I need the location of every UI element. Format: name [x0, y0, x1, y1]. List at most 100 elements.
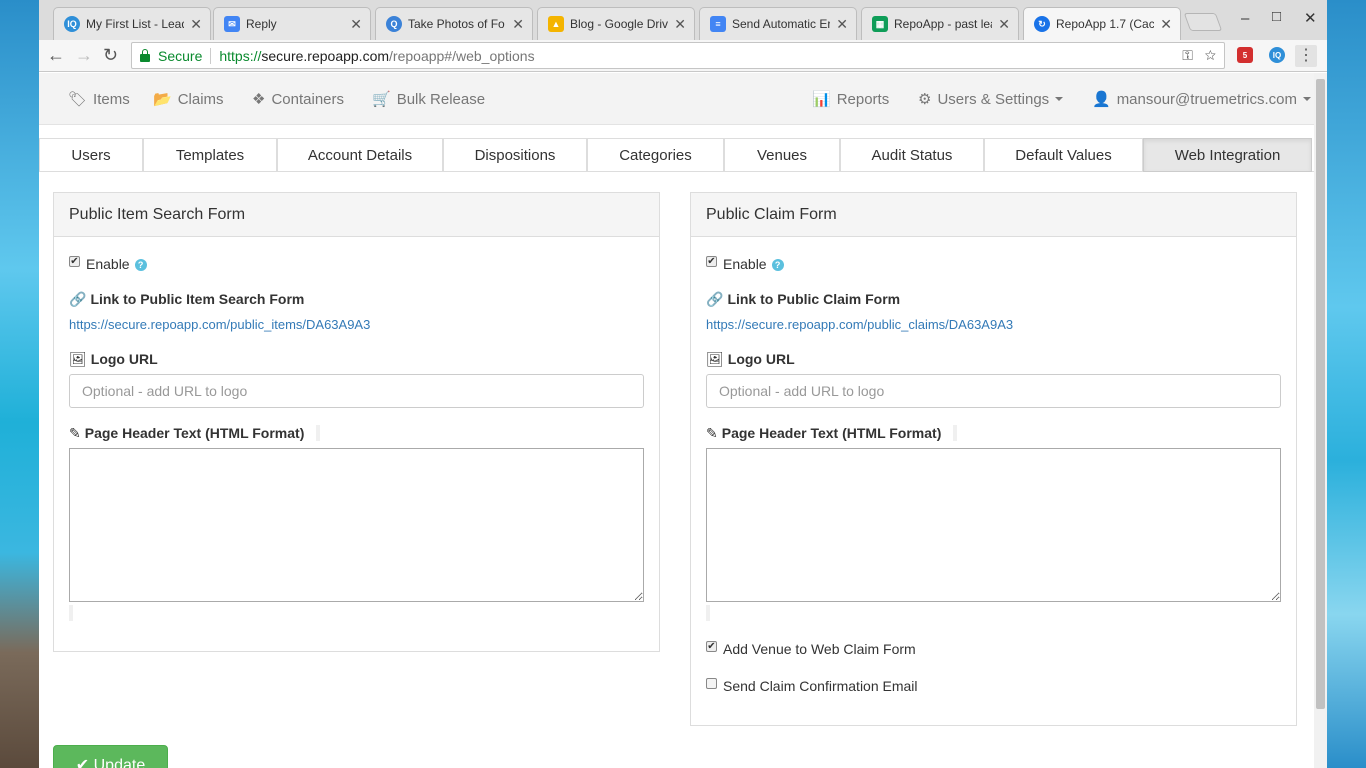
tab-dispositions[interactable]: Dispositions	[443, 138, 587, 172]
browser-menu-icon[interactable]: ⋮	[1295, 45, 1317, 67]
nav-reports[interactable]: 📊 Reports	[812, 90, 889, 109]
nav-claims[interactable]: 📂 Claims	[153, 90, 224, 109]
extension-badge-icon[interactable]: 5	[1237, 47, 1253, 63]
public-item-search-panel: Public Item Search Form ✔ Enable? 🔗 Link …	[53, 192, 660, 652]
close-tab-icon[interactable]: ✕	[512, 16, 524, 33]
send-confirmation-checkbox[interactable]	[706, 678, 717, 689]
chevron-down-icon	[1302, 97, 1311, 101]
gears-icon: ⚙	[918, 91, 932, 108]
app-navbar: 🏷 Items 📂 Claims ❖ Containers 🛒 Bulk Rel…	[39, 73, 1314, 125]
close-tab-icon[interactable]: ✕	[190, 16, 202, 33]
folder-open-icon: 📂	[153, 91, 172, 108]
claim-logo-heading: 🖼 Logo URL	[706, 351, 795, 367]
tab-account-details[interactable]: Account Details	[277, 138, 443, 172]
add-venue-checkbox[interactable]: ✔	[706, 641, 717, 652]
new-tab-button[interactable]	[1183, 13, 1223, 31]
key-icon[interactable]: ⚿	[1182, 47, 1193, 63]
mail-icon: ✉	[224, 16, 240, 32]
tab-templates[interactable]: Templates	[143, 138, 277, 172]
nav-containers-label: Containers	[271, 90, 344, 108]
item-public-link[interactable]: https://secure.repoapp.com/public_items/…	[69, 317, 370, 332]
page-scrollbar[interactable]	[1314, 73, 1327, 768]
repoapp-icon: ↻	[1034, 16, 1050, 32]
tab-web-integration[interactable]: Web Integration	[1143, 138, 1312, 172]
nav-user-email: mansour@truemetrics.com	[1116, 90, 1297, 108]
image-icon: 🖼	[706, 351, 724, 367]
chevron-down-icon	[1055, 97, 1064, 101]
tab-default-values[interactable]: Default Values	[984, 138, 1143, 172]
docs-icon: ≡	[710, 16, 726, 32]
decorative-tick	[953, 425, 957, 441]
claim-logo-url-input[interactable]	[706, 374, 1281, 408]
link-icon: 🔗	[69, 291, 87, 307]
tab-title: Take Photos of Fo	[408, 17, 505, 31]
help-icon[interactable]: ?	[134, 259, 147, 271]
browser-tab-6[interactable]: ▦ RepoApp - past lea ✕	[861, 7, 1019, 40]
tab-venues[interactable]: Venues	[724, 138, 840, 172]
item-logo-url-input[interactable]	[69, 374, 644, 408]
nav-bulk-release[interactable]: 🛒 Bulk Release	[372, 90, 486, 109]
nav-user-menu[interactable]: 👤 mansour@truemetrics.com	[1092, 90, 1311, 108]
close-tab-icon[interactable]: ✕	[998, 16, 1010, 33]
desktop-wallpaper-left	[0, 0, 40, 768]
decorative-tick	[316, 425, 320, 441]
claim-header-textarea[interactable]	[706, 448, 1281, 602]
tab-users[interactable]: Users	[39, 138, 143, 172]
url-host: secure.repoapp.com	[261, 47, 390, 64]
claim-enable-label: Enable?	[723, 256, 784, 272]
nav-containers[interactable]: ❖ Containers	[252, 90, 344, 109]
close-tab-icon[interactable]: ✕	[674, 16, 686, 33]
nav-users-settings-label: Users & Settings	[937, 90, 1050, 108]
cart-icon: 🛒	[372, 91, 391, 108]
search-app-icon: Q	[386, 16, 402, 32]
browser-tab-5[interactable]: ≡ Send Automatic Er ✕	[699, 7, 857, 40]
minimize-button[interactable]: –	[1241, 10, 1249, 27]
reload-icon[interactable]: ↻	[103, 45, 118, 66]
url-scheme: https://	[219, 47, 262, 64]
browser-tab-3[interactable]: Q Take Photos of Fo ✕	[375, 7, 533, 40]
tab-audit-status[interactable]: Audit Status	[840, 138, 984, 172]
claim-public-link[interactable]: https://secure.repoapp.com/public_claims…	[706, 317, 1013, 332]
nav-bulk-release-label: Bulk Release	[396, 90, 486, 108]
item-enable-checkbox[interactable]: ✔	[69, 256, 80, 267]
tab-title: Reply	[246, 17, 277, 31]
close-tab-icon[interactable]: ✕	[1160, 16, 1172, 33]
browser-tab-1[interactable]: IQ My First List - Lead ✕	[53, 7, 211, 40]
scrollbar-thumb[interactable]	[1316, 79, 1325, 709]
browser-tab-active[interactable]: ↻ RepoApp 1.7 (Cact ✕	[1023, 7, 1181, 40]
close-tab-icon[interactable]: ✕	[836, 16, 848, 33]
tab-categories[interactable]: Categories	[587, 138, 724, 172]
omnibox-icons: ⚿ ☆	[1182, 47, 1216, 64]
send-confirmation-label: Send Claim Confirmation Email	[723, 678, 918, 694]
close-window-button[interactable]: ✕	[1304, 9, 1317, 27]
item-header-textarea[interactable]	[69, 448, 644, 602]
browser-toolbar: ← → ↻ Secure https://secure.repoapp.com /…	[39, 40, 1327, 72]
nav-users-settings[interactable]: ⚙ Users & Settings	[918, 90, 1064, 108]
browser-tab-4[interactable]: ▲ Blog - Google Drive ✕	[537, 7, 695, 40]
back-arrow-icon[interactable]: ←	[47, 45, 65, 66]
public-claim-panel: Public Claim Form ✔ Enable? 🔗 Link to Pub…	[690, 192, 1297, 726]
help-icon[interactable]: ?	[771, 259, 784, 271]
close-tab-icon[interactable]: ✕	[350, 16, 362, 33]
maximize-button[interactable]: □	[1272, 8, 1281, 25]
forward-arrow-icon[interactable]: →	[75, 45, 93, 66]
address-bar[interactable]: Secure https://secure.repoapp.com/repoap…	[131, 42, 1225, 69]
bar-chart-icon: 📊	[812, 91, 831, 108]
claim-header-heading: ✎ Page Header Text (HTML Format)	[706, 425, 942, 441]
update-button[interactable]: ✔ Update	[53, 745, 168, 768]
claim-enable-checkbox[interactable]: ✔	[706, 256, 717, 267]
nav-items[interactable]: 🏷 Items	[68, 90, 130, 109]
tab-title: RepoApp - past lea	[894, 17, 993, 31]
nav-claims-label: Claims	[177, 90, 224, 108]
tab-strip: IQ My First List - Lead ✕ ✉ Reply ✕ Q Ta…	[39, 0, 1327, 40]
drive-icon: ▲	[548, 16, 564, 32]
iq-extension-icon[interactable]: IQ	[1269, 47, 1285, 63]
add-venue-label: Add Venue to Web Claim Form	[723, 641, 916, 657]
panel-title: Public Item Search Form	[54, 193, 659, 237]
settings-tabs: Users Templates Account Details Disposit…	[39, 138, 1314, 172]
claim-link-heading: 🔗 Link to Public Claim Form	[706, 291, 901, 307]
star-icon[interactable]: ☆	[1205, 47, 1216, 63]
url-path: /repoapp#/web_options	[389, 47, 535, 64]
desktop-wallpaper-right	[1326, 0, 1366, 768]
browser-tab-2[interactable]: ✉ Reply ✕	[213, 7, 371, 40]
